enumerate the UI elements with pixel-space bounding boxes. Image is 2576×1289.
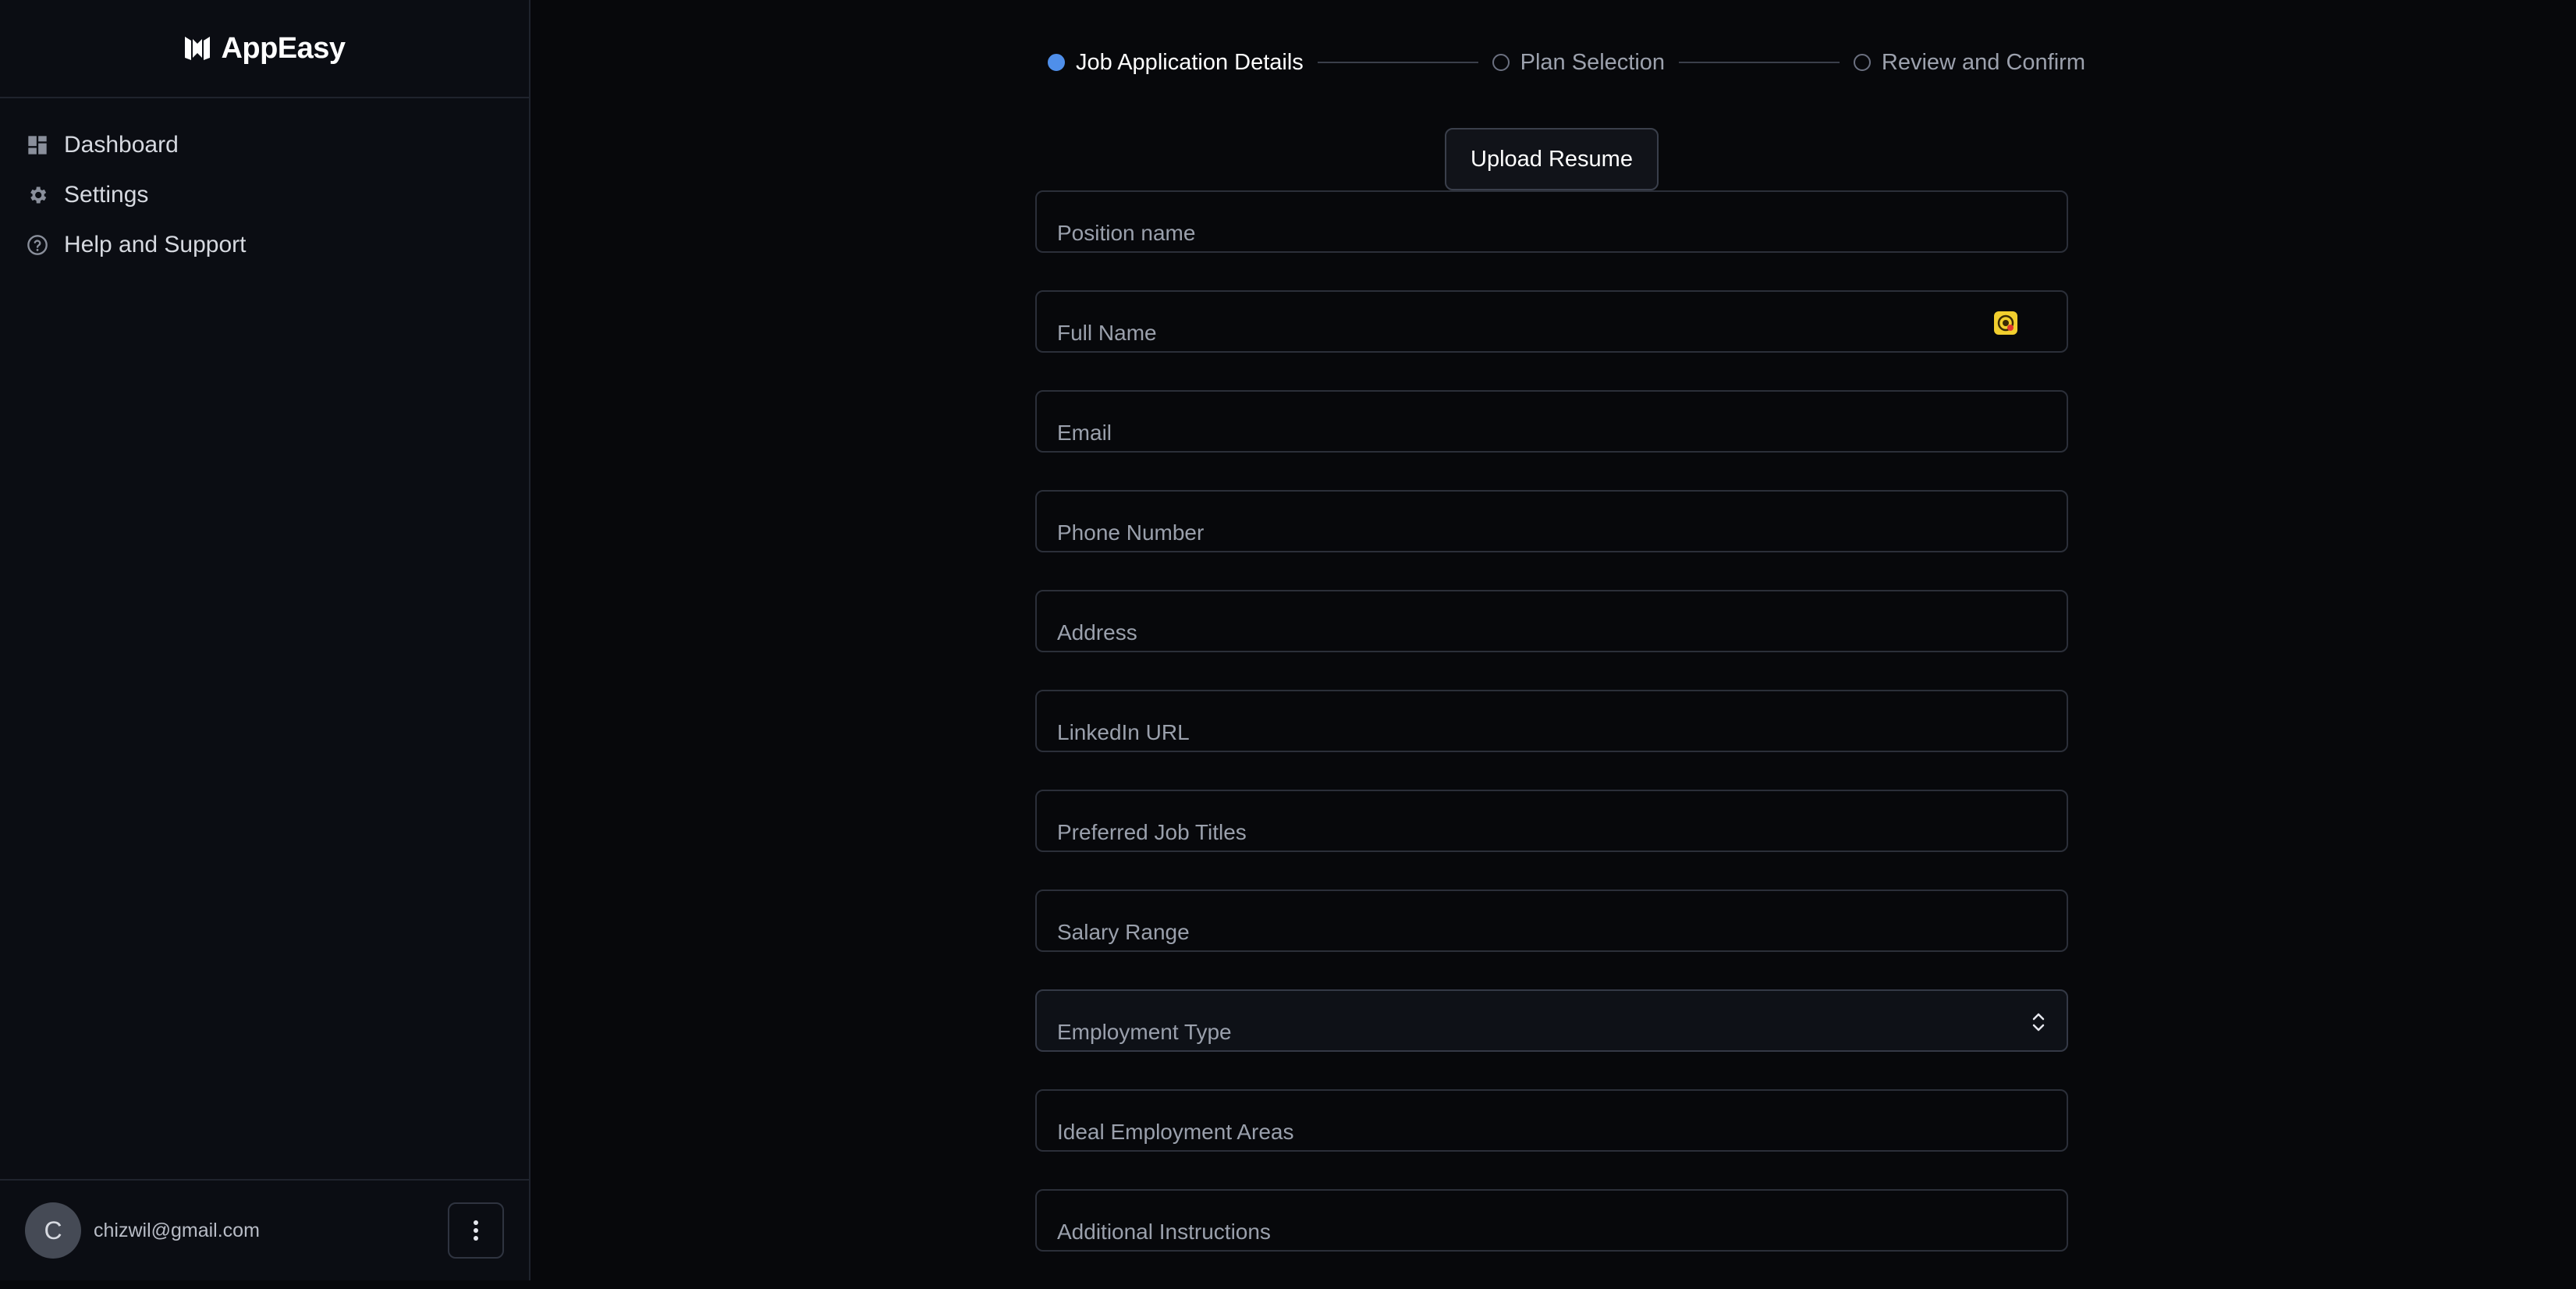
help-circle-icon: [27, 234, 48, 256]
brand-header: AppEasy: [0, 0, 529, 98]
upload-resume-button[interactable]: Upload Resume: [1445, 128, 1659, 190]
linkedin-field: [1035, 690, 2068, 752]
autofill-icon[interactable]: [1993, 311, 2018, 336]
sidebar: AppEasy Dashboard Settings Help and Supp…: [0, 0, 530, 1280]
step-job-application-details[interactable]: Job Application Details: [1048, 50, 1304, 76]
user-menu-button[interactable]: [448, 1202, 504, 1259]
phone-field: [1035, 490, 2068, 552]
email-input[interactable]: [1037, 392, 2067, 451]
gear-icon: [27, 184, 48, 206]
position-field: [1035, 190, 2068, 253]
main-content: Job Application Details Plan Selection R…: [530, 0, 2576, 1280]
linkedin-input[interactable]: [1037, 691, 2067, 751]
chevron-up-down-icon: [2032, 1013, 2045, 1032]
step-label: Plan Selection: [1520, 49, 1666, 75]
step-indicator: [1853, 54, 1871, 71]
salary-field: [1035, 890, 2068, 952]
step-indicator: [1492, 54, 1510, 71]
user-panel: C chizwil@gmail.com: [0, 1179, 529, 1280]
step-label: Review and Confirm: [1881, 49, 2085, 75]
address-field: [1035, 590, 2068, 652]
employment-type-field[interactable]: [1035, 989, 2068, 1052]
full-name-input[interactable]: [1037, 292, 2067, 351]
employment-areas-input[interactable]: [1037, 1091, 2067, 1150]
email-field: [1035, 390, 2068, 453]
user-email: chizwil@gmail.com: [94, 1219, 260, 1241]
salary-input[interactable]: [1037, 891, 2067, 950]
instructions-field: [1035, 1189, 2068, 1252]
full-name-field: [1035, 290, 2068, 353]
step-active-indicator: [1048, 54, 1065, 71]
sidebar-item-settings[interactable]: Settings: [0, 170, 529, 220]
sidebar-item-dashboard[interactable]: Dashboard: [0, 120, 529, 170]
dashboard-icon: [27, 134, 48, 156]
avatar[interactable]: C: [25, 1202, 81, 1259]
step-label: Job Application Details: [1076, 49, 1304, 75]
sidebar-item-label: Help and Support: [64, 232, 247, 257]
step-connector: [1317, 62, 1478, 63]
position-input[interactable]: [1037, 192, 2067, 251]
job-application-form: [1035, 190, 2068, 1289]
job-titles-input[interactable]: [1037, 791, 2067, 850]
employment-areas-field: [1035, 1089, 2068, 1152]
phone-input[interactable]: [1037, 492, 2067, 551]
address-input[interactable]: [1037, 591, 2067, 651]
appeasy-logo-icon: [185, 37, 211, 60]
more-vertical-icon: [474, 1220, 478, 1241]
sidebar-item-label: Dashboard: [64, 132, 179, 158]
step-connector: [1679, 62, 1840, 63]
employment-type-select[interactable]: [1037, 991, 2067, 1050]
instructions-input[interactable]: [1037, 1191, 2067, 1250]
sidebar-nav: Dashboard Settings Help and Support: [0, 98, 529, 270]
sidebar-item-help[interactable]: Help and Support: [0, 220, 529, 270]
step-review-and-confirm[interactable]: Review and Confirm: [1853, 49, 2085, 76]
stepper: Job Application Details Plan Selection R…: [1048, 44, 2085, 81]
job-titles-field: [1035, 790, 2068, 852]
brand-name: AppEasy: [221, 31, 346, 65]
step-plan-selection[interactable]: Plan Selection: [1492, 50, 1665, 76]
sidebar-item-label: Settings: [64, 182, 149, 208]
